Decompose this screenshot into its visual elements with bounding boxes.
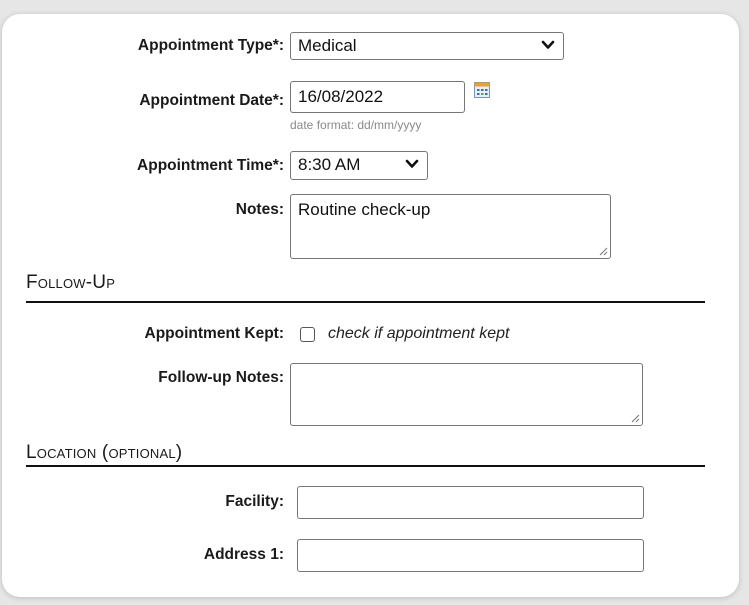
chevron-down-icon bbox=[541, 40, 555, 49]
facility-input[interactable] bbox=[297, 486, 644, 519]
location-divider bbox=[26, 465, 705, 467]
chevron-down-icon bbox=[405, 159, 419, 168]
appointment-time-label: Appointment Time*: bbox=[137, 157, 284, 174]
appointment-date-input[interactable]: 16/08/2022 bbox=[290, 81, 465, 113]
resize-grip-icon[interactable] bbox=[598, 246, 608, 256]
appointment-date-value: 16/08/2022 bbox=[298, 87, 384, 106]
appointment-kept-caption: check if appointment kept bbox=[328, 325, 510, 342]
follow-up-section-title: Follow-Up bbox=[26, 272, 116, 293]
calendar-icon[interactable] bbox=[474, 82, 490, 98]
facility-label: Facility: bbox=[225, 493, 284, 510]
appointment-type-value: Medical bbox=[298, 36, 357, 55]
resize-grip-icon[interactable] bbox=[630, 413, 640, 423]
notes-textarea[interactable]: Routine check-up bbox=[290, 194, 611, 259]
appointment-type-label: Appointment Type*: bbox=[137, 37, 284, 54]
location-title-text: Location bbox=[26, 442, 97, 463]
follow-up-notes-textarea[interactable] bbox=[290, 363, 643, 426]
follow-up-divider bbox=[26, 301, 705, 303]
location-title-suffix: (optional) bbox=[101, 442, 183, 463]
appointment-form-panel: Appointment Type*: Medical Appointment D… bbox=[2, 14, 739, 597]
notes-label: Notes: bbox=[235, 201, 284, 218]
appointment-kept-label: Appointment Kept: bbox=[144, 325, 284, 342]
address1-label: Address 1: bbox=[203, 546, 284, 563]
location-section-title: Location (optional) bbox=[26, 442, 182, 464]
notes-value: Routine check-up bbox=[298, 200, 431, 219]
follow-up-notes-label: Follow-up Notes: bbox=[158, 369, 284, 386]
appointment-type-select[interactable]: Medical bbox=[290, 32, 564, 60]
date-format-hint: date format: dd/mm/yyyy bbox=[290, 118, 422, 132]
address1-input[interactable] bbox=[297, 539, 644, 572]
appointment-time-select[interactable]: 8:30 AM bbox=[290, 151, 428, 180]
appointment-kept-checkbox[interactable] bbox=[300, 327, 315, 342]
appointment-date-label: Appointment Date*: bbox=[139, 92, 284, 109]
appointment-time-value: 8:30 AM bbox=[298, 155, 361, 174]
